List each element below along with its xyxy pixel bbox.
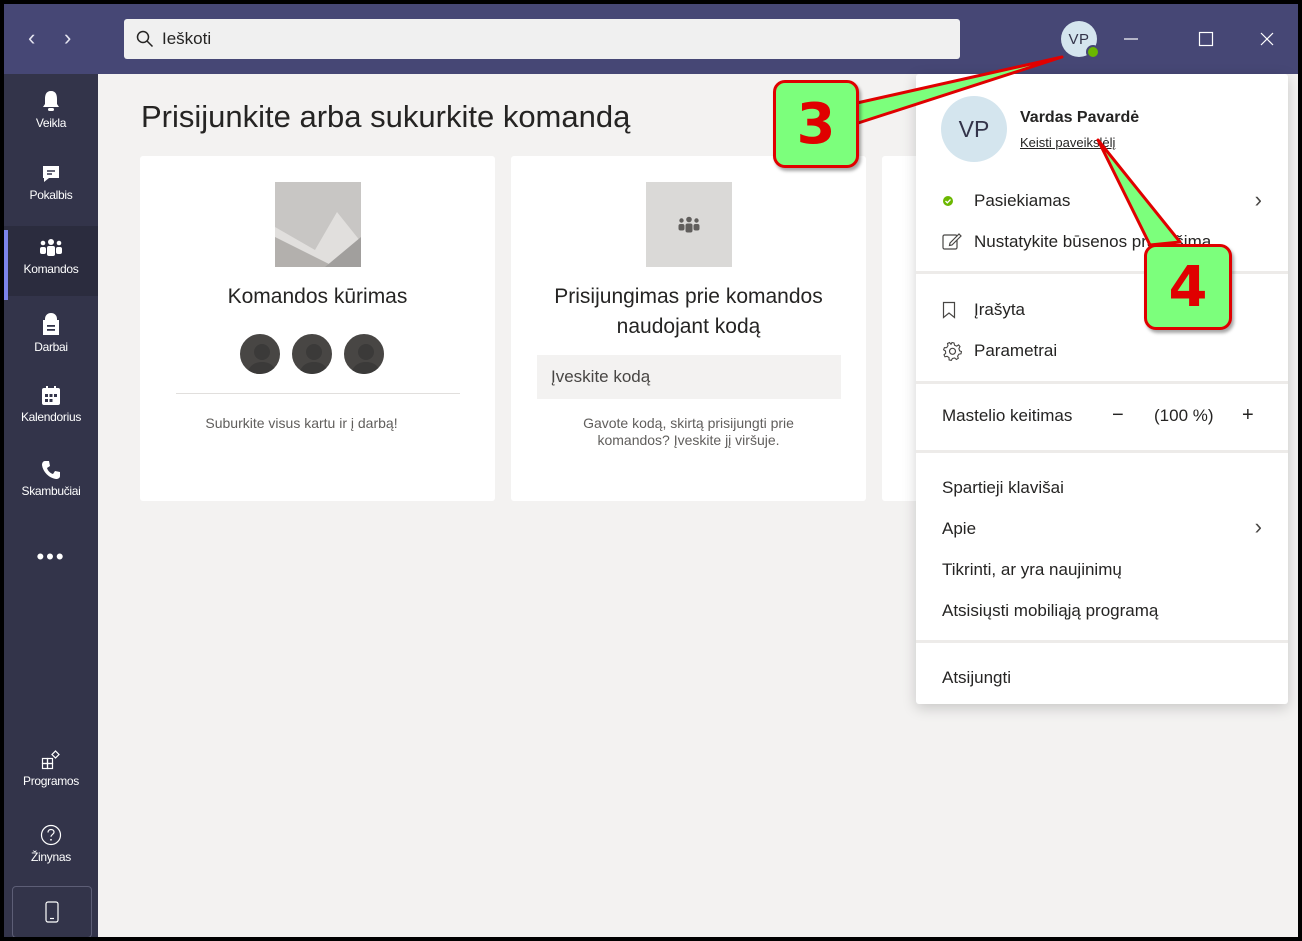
edit-message-icon: [942, 233, 968, 251]
maximize-button[interactable]: [1191, 24, 1221, 54]
image-placeholder-icon: [275, 182, 361, 267]
mobile-device-button[interactable]: [12, 886, 92, 937]
teams-window: ‹ › Ieškoti VP Veikla Pokalbis Komandos …: [4, 4, 1298, 937]
rail-label: Žinynas: [31, 850, 71, 864]
change-picture-link[interactable]: Keisti paveikslėlį: [1020, 135, 1115, 150]
menu-item-about[interactable]: Apie: [942, 519, 976, 539]
search-placeholder: Ieškoti: [162, 29, 212, 48]
callout-3: 3: [773, 80, 859, 168]
person-icon: [342, 332, 386, 376]
apps-icon: [41, 750, 60, 770]
rail-item-assignments[interactable]: Darbai: [4, 300, 98, 370]
more-apps-button[interactable]: •••: [4, 544, 98, 570]
menu-item-label: Parametrai: [974, 341, 1058, 360]
card-title-line1: Prisijungimas prie komandos: [554, 285, 823, 308]
rail-item-chat[interactable]: Pokalbis: [4, 152, 98, 222]
rail-label: Kalendorius: [20, 410, 82, 424]
teams-icon: [40, 239, 62, 256]
menu-divider: [916, 450, 1288, 453]
calendar-icon: [42, 386, 60, 405]
menu-item-download-mobile[interactable]: Atsisiųsti mobiliąją programą: [942, 601, 1158, 621]
app-rail: Veikla Pokalbis Komandos Darbai Kalendor…: [4, 74, 98, 937]
rail-label: Pokalbis: [29, 188, 73, 202]
search-input[interactable]: Ieškoti: [124, 19, 960, 59]
rail-item-calls[interactable]: Skambučiai: [4, 448, 98, 518]
menu-item-label: Pasiekiamas: [974, 191, 1071, 210]
user-name: Vardas Pavardė: [1020, 109, 1140, 126]
phone-icon: [42, 461, 60, 479]
chat-icon: [43, 166, 59, 182]
card-divider: [176, 393, 460, 394]
page-title: Prisijunkite arba sukurkite komandą: [141, 99, 631, 134]
menu-item-settings[interactable]: Parametrai: [942, 341, 1057, 361]
help-icon: [40, 824, 62, 846]
menu-item-check-updates[interactable]: Tikrinti, ar yra naujinimų: [942, 560, 1122, 580]
zoom-value: (100 %): [1154, 406, 1214, 425]
chevron-right-icon[interactable]: ›: [64, 26, 71, 50]
card-title: Komandos kūrimas: [227, 285, 408, 308]
menu-item-saved[interactable]: Įrašyta: [942, 300, 1025, 320]
menu-item-label: Atsisiųsti mobiliąją programą: [942, 601, 1159, 620]
teams-icon: [646, 182, 732, 267]
rail-item-help[interactable]: Žinynas: [4, 812, 98, 882]
menu-item-label: Įrašyta: [974, 300, 1026, 319]
assignments-icon: [43, 313, 59, 335]
join-team-card: Prisijungimas prie komandos naudojant ko…: [511, 156, 866, 501]
menu-item-label: Atsijungti: [942, 668, 1011, 687]
zoom-label: Mastelio keitimas: [942, 406, 1073, 425]
person-icon: [238, 332, 282, 376]
menu-item-shortcuts[interactable]: Spartieji klavišai: [942, 478, 1064, 498]
minimize-button[interactable]: [1116, 24, 1146, 54]
menu-item-sign-out[interactable]: Atsijungti: [942, 668, 1011, 688]
available-status-icon: [942, 195, 968, 207]
rail-item-teams[interactable]: Komandos: [4, 226, 98, 300]
menu-divider: [916, 271, 1288, 274]
chevron-right-icon: ›: [1254, 187, 1262, 212]
title-bar: ‹ › Ieškoti VP: [4, 4, 1298, 74]
maximize-icon: [1198, 31, 1214, 47]
minimize-icon: [1124, 38, 1138, 40]
rail-label: Programos: [23, 774, 79, 788]
rail-label: Skambučiai: [21, 484, 81, 498]
card-description-line1: Gavote kodą, skirtą prisijungti prie: [583, 415, 794, 431]
bookmark-icon: [942, 301, 968, 319]
profile-menu: VP Vardas Pavardė Keisti paveikslėlį Pas…: [916, 74, 1288, 704]
card-description: Suburkite visus kartu ir į darbą!: [205, 415, 398, 431]
rail-label: Komandos: [23, 262, 79, 276]
rail-label: Darbai: [34, 340, 68, 354]
avatar-initials: VP: [958, 115, 990, 142]
mobile-device-icon: [45, 901, 59, 923]
menu-divider: [916, 640, 1288, 643]
card-title-line2: naudojant kodą: [616, 315, 761, 338]
card-description-line2: komandos? Įveskite jį viršuje.: [597, 432, 780, 448]
close-icon: [1260, 32, 1274, 46]
team-code-input[interactable]: [537, 355, 841, 399]
person-icon: [290, 332, 334, 376]
zoom-in-button[interactable]: +: [1242, 404, 1254, 427]
callout-4: 4: [1144, 244, 1232, 330]
zoom-out-button[interactable]: −: [1112, 404, 1124, 427]
bell-icon: [43, 91, 59, 111]
rail-label: Veikla: [35, 116, 67, 130]
menu-item-label: Apie: [942, 519, 977, 538]
chevron-left-icon[interactable]: ‹: [28, 26, 35, 50]
rail-item-activity[interactable]: Veikla: [4, 78, 98, 148]
menu-item-status[interactable]: Pasiekiamas: [942, 191, 1070, 211]
create-team-card[interactable]: Komandos kūrimas Suburkite visus kartu i…: [140, 156, 495, 501]
avatar[interactable]: VP: [941, 96, 1007, 162]
rail-item-calendar[interactable]: Kalendorius: [4, 374, 98, 444]
rail-item-apps[interactable]: Programos: [4, 738, 98, 808]
chevron-right-icon: ›: [1254, 514, 1262, 539]
avatar-initials: VP: [1068, 30, 1090, 48]
close-button[interactable]: [1252, 24, 1282, 54]
profile-avatar-button[interactable]: VP: [1061, 21, 1100, 59]
search-icon: [136, 30, 154, 48]
gear-icon: [942, 341, 968, 361]
menu-item-label: Tikrinti, ar yra naujinimų: [942, 560, 1122, 579]
menu-divider: [916, 381, 1288, 384]
menu-item-label: Spartieji klavišai: [942, 478, 1064, 497]
available-status-icon: [1086, 45, 1100, 59]
